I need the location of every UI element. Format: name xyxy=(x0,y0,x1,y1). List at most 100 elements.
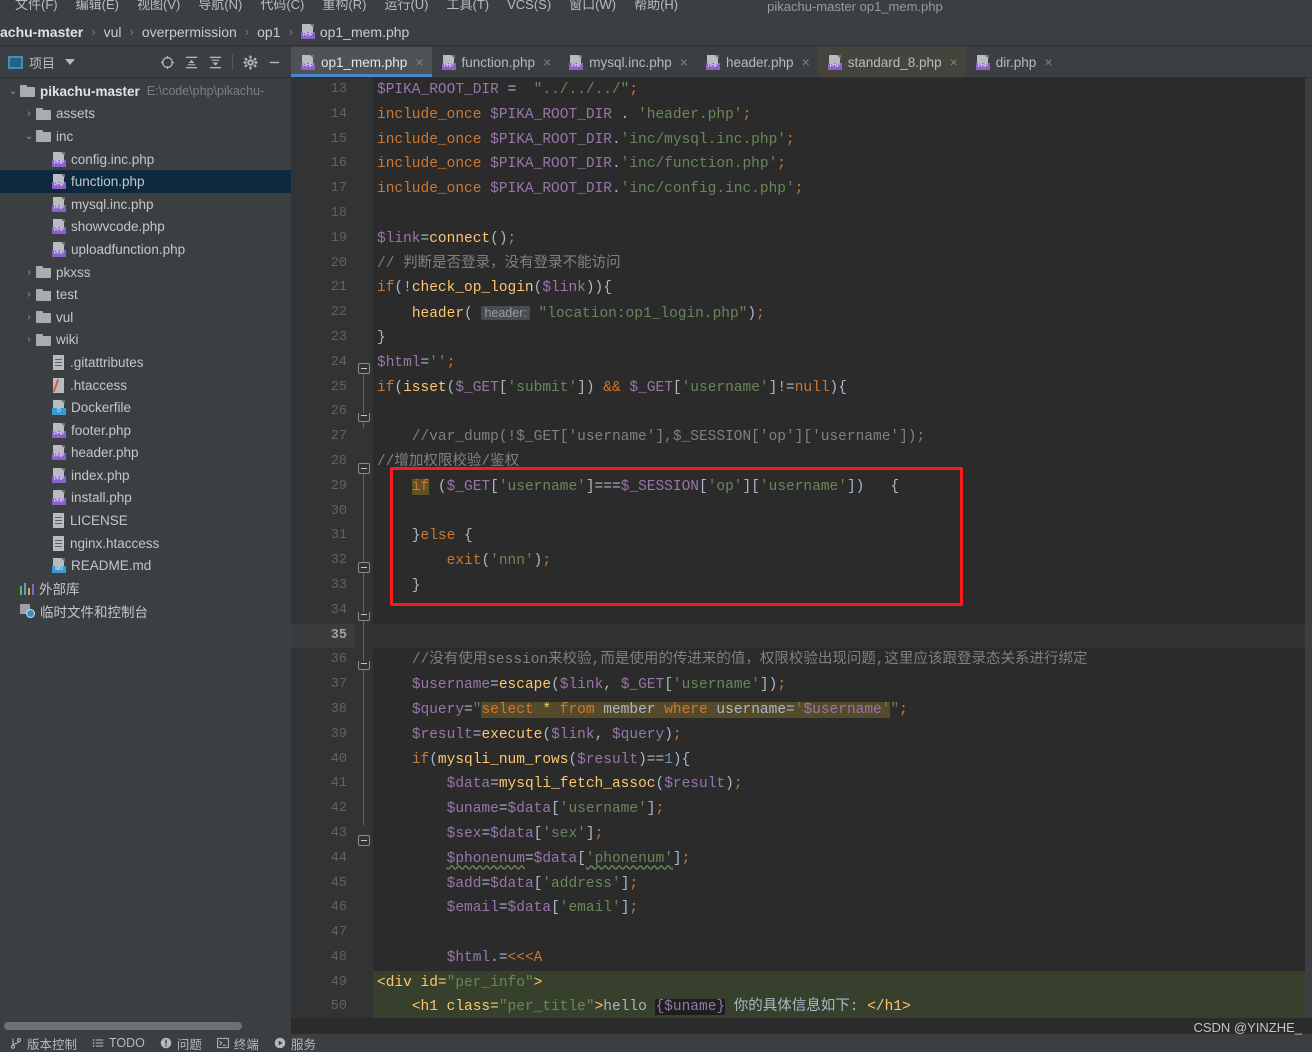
scrollbar-thumb[interactable] xyxy=(4,1022,242,1030)
line-number[interactable]: 46 xyxy=(291,896,355,921)
status-bar-item-服务[interactable]: 服务 xyxy=(272,1034,329,1052)
tree-file-row[interactable]: LICENSE xyxy=(0,509,291,532)
tree-file-row[interactable]: PHP mysql.inc.php xyxy=(0,193,291,216)
line-number[interactable]: 29 xyxy=(291,475,355,500)
tree-folder-row[interactable]: › vul xyxy=(0,306,291,329)
chevron-down-icon[interactable]: ⌄ xyxy=(6,86,20,97)
menu-item-file[interactable]: 文件(F) xyxy=(6,0,67,14)
line-number[interactable]: 28 xyxy=(291,450,355,475)
line-number[interactable]: 24 xyxy=(291,351,355,376)
line-number[interactable]: 45 xyxy=(291,872,355,897)
editor-tab-op1-mem-php[interactable]: PHP op1_mem.php × xyxy=(291,47,432,77)
tree-file-row[interactable]: PHP install.php xyxy=(0,487,291,510)
breadcrumb-item-file[interactable]: op1_mem.php xyxy=(320,24,410,40)
line-number[interactable]: 15 xyxy=(291,128,355,153)
code-folding-column[interactable] xyxy=(355,78,373,1018)
breadcrumb-item-overpermission[interactable]: overpermission xyxy=(142,24,237,40)
menu-item-tools[interactable]: 工具(T) xyxy=(437,0,498,14)
tree-file-row[interactable]: nginx.htaccess xyxy=(0,532,291,555)
menu-item-help[interactable]: 帮助(H) xyxy=(625,0,687,14)
close-icon[interactable]: × xyxy=(802,54,810,70)
tree-file-row[interactable]: PHP config.inc.php xyxy=(0,148,291,171)
editor-tab-mysql-inc-php[interactable]: PHP mysql.inc.php × xyxy=(559,47,696,77)
tree-file-row[interactable]: PHP footer.php xyxy=(0,419,291,442)
minimize-icon[interactable] xyxy=(263,51,285,73)
editor-tab-header-php[interactable]: PHP header.php × xyxy=(696,47,818,77)
line-number[interactable]: 13 xyxy=(291,78,355,103)
fold-marker[interactable] xyxy=(358,612,370,621)
editor-tab-standard-8-php[interactable]: PHP standard_8.php × xyxy=(817,47,966,77)
breadcrumb-item-vul[interactable]: vul xyxy=(104,24,122,40)
status-bar-item-问题[interactable]: 问题 xyxy=(158,1034,215,1052)
line-number[interactable]: 37 xyxy=(291,673,355,698)
close-icon[interactable]: × xyxy=(543,54,551,70)
menu-item-navigate[interactable]: 导航(N) xyxy=(189,0,251,14)
line-number[interactable]: 27 xyxy=(291,425,355,450)
line-number[interactable]: 18 xyxy=(291,202,355,227)
tree-file-row[interactable]: PHP header.php xyxy=(0,442,291,465)
tree-file-row[interactable]: .htaccess xyxy=(0,374,291,397)
line-number[interactable]: 17 xyxy=(291,177,355,202)
code-editor[interactable]: 13 14 15 16 17 18 19 20 21 22 23 24 25 26 27 28 29 30 31 32… xyxy=(291,78,1312,1018)
line-number[interactable]: 39 xyxy=(291,723,355,748)
line-number[interactable]: 32 xyxy=(291,549,355,574)
chevron-down-icon[interactable] xyxy=(65,59,76,65)
fold-marker[interactable] xyxy=(358,562,370,573)
chevron-down-icon[interactable]: ⌄ xyxy=(22,131,36,142)
tree-folder-row[interactable]: › wiki xyxy=(0,329,291,352)
tree-file-row[interactable]: D Dockerfile xyxy=(0,396,291,419)
close-icon[interactable]: × xyxy=(950,54,958,70)
breadcrumb-item-op1[interactable]: op1 xyxy=(257,24,280,40)
tree-file-row[interactable]: .gitattributes xyxy=(0,351,291,374)
line-number[interactable]: 43 xyxy=(291,822,355,847)
tree-file-row[interactable]: PHP function.php xyxy=(0,170,291,193)
menu-item-view[interactable]: 视图(V) xyxy=(128,0,189,14)
tree-file-row[interactable]: 外部库 xyxy=(0,577,291,600)
tree-folder-row[interactable]: › test xyxy=(0,283,291,306)
menu-item-vcs[interactable]: VCS(S) xyxy=(498,0,560,14)
status-bar-item-TODO[interactable]: TODO xyxy=(90,1036,158,1050)
line-number[interactable]: 25 xyxy=(291,376,355,401)
chevron-right-icon[interactable]: › xyxy=(22,334,36,345)
tree-file-row[interactable]: MD README.md xyxy=(0,554,291,577)
project-horizontal-scrollbar[interactable] xyxy=(0,1018,1312,1034)
tree-file-row[interactable]: PHP uploadfunction.php xyxy=(0,238,291,261)
menu-item-window[interactable]: 窗口(W) xyxy=(560,0,625,14)
line-number[interactable]: 47 xyxy=(291,921,355,946)
tree-folder-row[interactable]: › assets xyxy=(0,103,291,126)
status-bar[interactable]: 版本控制 TODO 问题 终端 服务 xyxy=(0,1034,1312,1052)
fold-marker[interactable] xyxy=(358,363,370,374)
project-tree[interactable]: ⌄ pikachu-master E:\code\php\pikachu- › asse… xyxy=(0,78,291,1018)
close-icon[interactable]: × xyxy=(680,54,688,70)
code-line-current[interactable] xyxy=(373,623,1312,649)
chevron-right-icon[interactable]: › xyxy=(22,289,36,300)
line-number[interactable]: 19 xyxy=(291,227,355,252)
tree-folder-row[interactable]: ⌄ pikachu-master E:\code\php\pikachu- xyxy=(0,80,291,103)
collapse-all-icon[interactable] xyxy=(204,51,226,73)
close-icon[interactable]: × xyxy=(1044,54,1052,70)
tree-file-row[interactable]: PHP index.php xyxy=(0,464,291,487)
fold-marker[interactable] xyxy=(358,835,370,846)
fold-marker[interactable] xyxy=(358,413,370,422)
breadcrumb-item-project[interactable]: achu-master xyxy=(0,24,83,40)
line-number[interactable]: 40 xyxy=(291,748,355,773)
fold-marker[interactable] xyxy=(358,463,370,474)
tree-folder-row[interactable]: ⌄ inc xyxy=(0,125,291,148)
fold-marker[interactable] xyxy=(358,661,370,670)
line-number[interactable]: 26 xyxy=(291,400,355,425)
tree-file-row[interactable]: PHP showvcode.php xyxy=(0,216,291,239)
line-number[interactable]: 31 xyxy=(291,524,355,549)
menu-item-code[interactable]: 代码(C) xyxy=(251,0,313,14)
status-bar-item-版本控制[interactable]: 版本控制 xyxy=(8,1034,90,1052)
line-number[interactable]: 49 xyxy=(291,971,355,996)
menu-item-refactor[interactable]: 重构(R) xyxy=(313,0,375,14)
line-number[interactable]: 36 xyxy=(291,648,355,673)
editor-horizontal-scroll-track[interactable] xyxy=(291,1018,1312,1034)
chevron-right-icon[interactable]: › xyxy=(22,267,36,278)
expand-all-icon[interactable] xyxy=(180,51,202,73)
menu-bar[interactable]: 文件(F) 编辑(E) 视图(V) 导航(N) 代码(C) 重构(R) 运行(U… xyxy=(0,0,1312,18)
line-number[interactable]: 22 xyxy=(291,301,355,326)
locate-icon[interactable] xyxy=(156,51,178,73)
menu-item-edit[interactable]: 编辑(E) xyxy=(67,0,128,14)
line-number[interactable]: 34 xyxy=(291,599,355,624)
